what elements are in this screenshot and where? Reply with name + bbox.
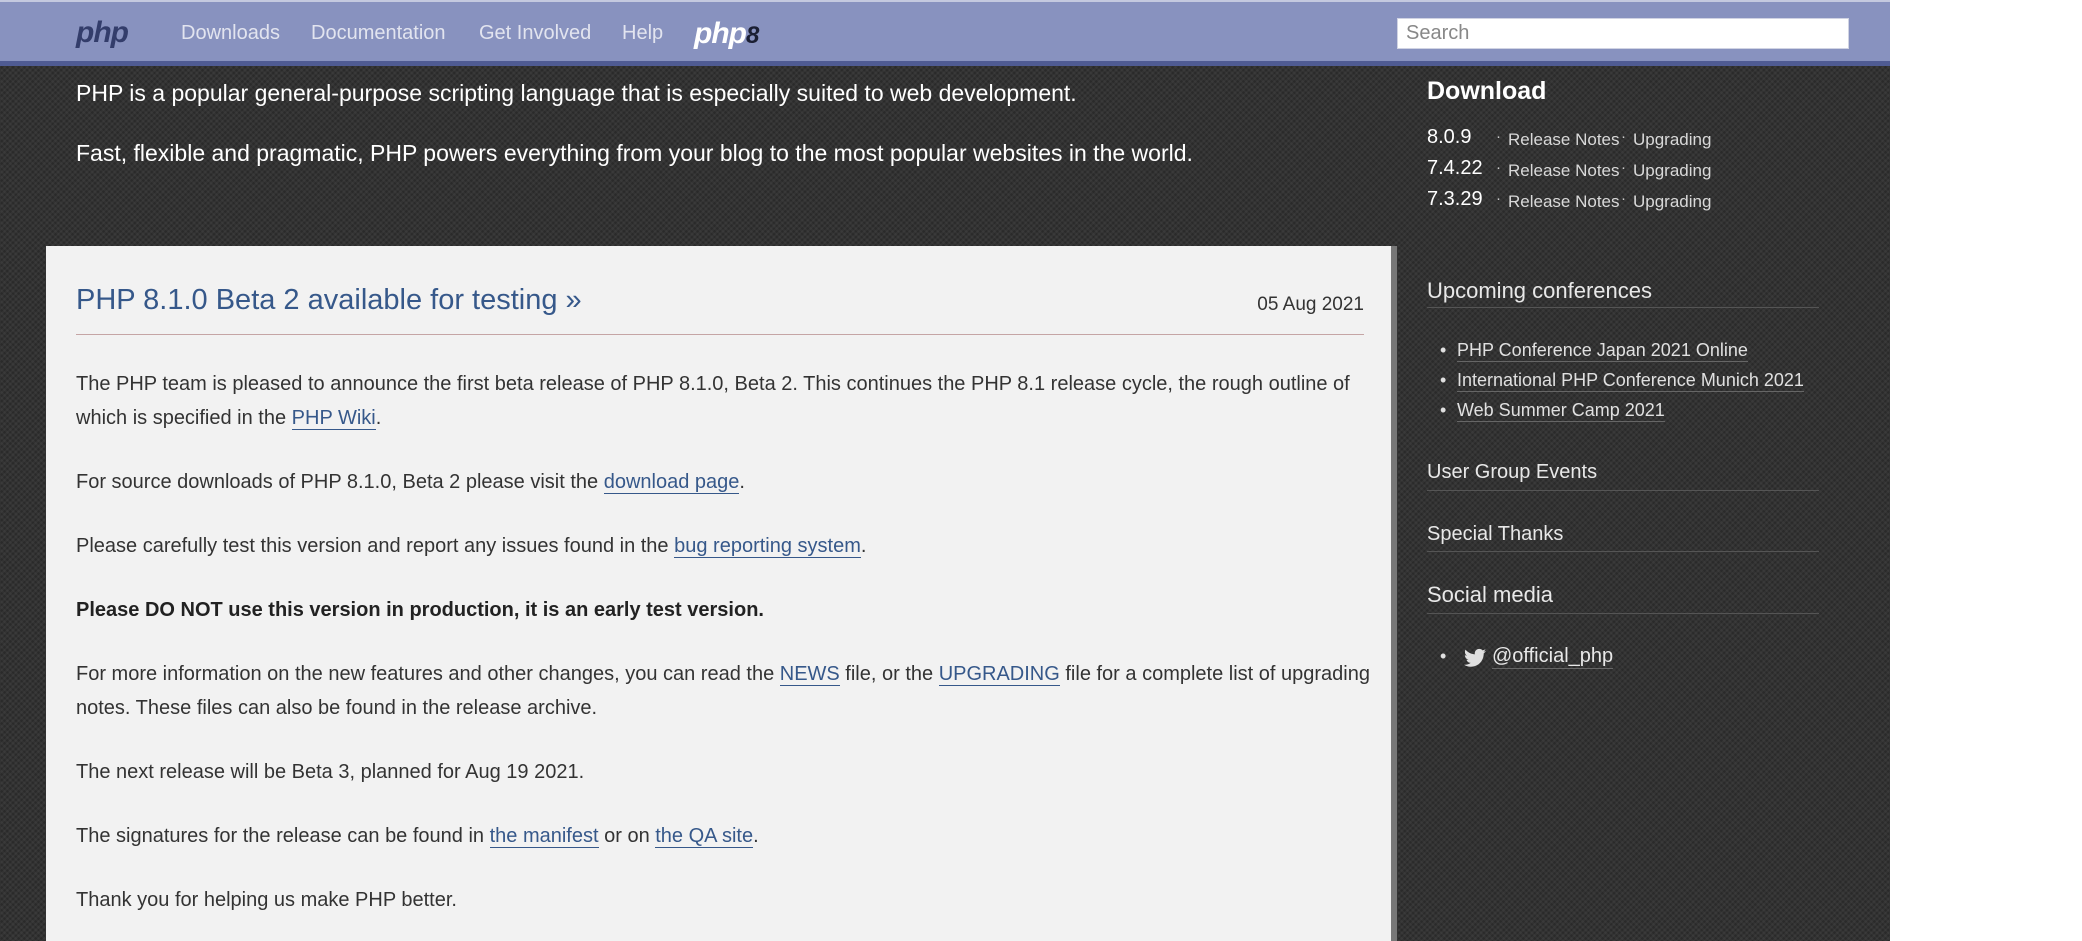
intro-line-1: PHP is a popular general-purpose scripti… (76, 80, 1077, 106)
article-paragraph-1: The PHP team is pleased to announce the … (76, 367, 1376, 435)
upgrading-link[interactable]: Upgrading (1633, 192, 1711, 212)
php-logo[interactable]: php (76, 16, 129, 50)
p7-mid: or on (598, 825, 656, 847)
p3-text: Please carefully test this version and r… (76, 535, 675, 557)
php-wiki-link[interactable]: PHP Wiki (291, 407, 376, 430)
twitter-icon[interactable] (1464, 648, 1486, 668)
article-header: PHP 8.1.0 Beta 2 available for testing »… (76, 284, 1364, 335)
nav-downloads[interactable]: Downloads (181, 22, 280, 45)
p7-text: The signatures for the release can be fo… (76, 825, 490, 847)
separator-dot: · (1496, 190, 1501, 207)
article-paragraph-4: Please DO NOT use this version in produc… (76, 593, 1376, 627)
article-date: 05 Aug 2021 (1257, 294, 1364, 315)
php8-logo[interactable]: php8 (694, 17, 759, 51)
list-bullet: • (1440, 400, 1447, 420)
divider (1427, 613, 1819, 614)
article-paragraph-3: Please carefully test this version and r… (76, 529, 1376, 563)
list-bullet: • (1440, 370, 1447, 390)
bug-reporting-link[interactable]: bug reporting system (674, 535, 861, 558)
list-bullet: • (1440, 340, 1447, 360)
page-viewport: php Downloads Documentation Get Involved… (0, 0, 1890, 941)
qa-site-link[interactable]: the QA site (655, 825, 754, 848)
download-page-link[interactable]: download page (603, 471, 740, 494)
article-paragraph-8: Thank you for helping us make PHP better… (76, 889, 457, 911)
article-paragraph-2: For source downloads of PHP 8.1.0, Beta … (76, 465, 1376, 499)
separator-dot: · (1621, 159, 1626, 176)
production-warning: Please DO NOT use this version in produc… (76, 599, 764, 621)
article-paragraph-6: The next release will be Beta 3, planned… (76, 761, 585, 783)
news-article: PHP 8.1.0 Beta 2 available for testing »… (46, 246, 1397, 941)
article-title-link[interactable]: PHP 8.1.0 Beta 2 available for testing » (76, 284, 582, 317)
divider (1427, 551, 1819, 552)
divider (1427, 490, 1819, 491)
release-notes-link[interactable]: Release Notes (1508, 130, 1620, 150)
nav-documentation[interactable]: Documentation (311, 22, 446, 45)
social-media-heading: Social media (1427, 582, 1553, 607)
upgrading-link[interactable]: Upgrading (1633, 161, 1711, 181)
download-version[interactable]: 7.4.22 (1427, 157, 1483, 180)
intro-line-2: Fast, flexible and pragmatic, PHP powers… (76, 140, 1193, 166)
nav-get-involved[interactable]: Get Involved (479, 22, 591, 45)
article-paragraph-7: The signatures for the release can be fo… (76, 819, 1376, 853)
divider (1427, 307, 1819, 308)
separator-dot: · (1621, 128, 1626, 145)
manifest-link[interactable]: the manifest (489, 825, 599, 848)
separator-dot: · (1496, 159, 1501, 176)
special-thanks-link[interactable]: Special Thanks (1427, 523, 1563, 546)
release-notes-link[interactable]: Release Notes (1508, 192, 1620, 212)
download-row-7-4-22: 7.4.22 · Release Notes · Upgrading (1427, 157, 1747, 185)
p3-end: . (860, 535, 867, 557)
article-paragraph-5: For more information on the new features… (76, 657, 1376, 725)
p5-text: For more information on the new features… (76, 663, 780, 685)
twitter-handle-link[interactable]: @official_php (1492, 645, 1614, 669)
top-navbar: php Downloads Documentation Get Involved… (0, 0, 1890, 66)
separator-dot: · (1621, 190, 1626, 207)
p7-end: . (753, 825, 759, 847)
separator-dot: · (1496, 128, 1501, 145)
download-row-7-3-29: 7.3.29 · Release Notes · Upgrading (1427, 188, 1747, 216)
p1-text: The PHP team is pleased to announce the … (76, 373, 1350, 429)
p2-end: . (739, 471, 745, 493)
conference-link[interactable]: PHP Conference Japan 2021 Online (1457, 340, 1748, 362)
upcoming-conferences-heading[interactable]: Upcoming conferences (1427, 278, 1652, 304)
news-file-link[interactable]: NEWS (779, 663, 840, 686)
search-input[interactable] (1397, 18, 1849, 49)
list-bullet: • (1440, 646, 1447, 666)
conference-link[interactable]: Web Summer Camp 2021 (1457, 400, 1665, 422)
php8-logo-text: php (694, 17, 747, 50)
conference-link[interactable]: International PHP Conference Munich 2021 (1457, 370, 1804, 392)
php8-logo-mark: 8 (745, 22, 759, 49)
download-version[interactable]: 8.0.9 (1427, 126, 1471, 149)
p1-end: . (375, 407, 382, 429)
download-version[interactable]: 7.3.29 (1427, 188, 1483, 211)
upgrading-file-link[interactable]: UPGRADING (938, 663, 1060, 686)
upgrading-link[interactable]: Upgrading (1633, 130, 1711, 150)
user-group-events-link[interactable]: User Group Events (1427, 461, 1597, 484)
p2-text: For source downloads of PHP 8.1.0, Beta … (76, 471, 604, 493)
download-heading: Download (1427, 77, 1547, 105)
p5-mid: file, or the (839, 663, 939, 685)
download-row-8-0-9: 8.0.9 · Release Notes · Upgrading (1427, 126, 1747, 154)
nav-help[interactable]: Help (622, 22, 663, 45)
release-notes-link[interactable]: Release Notes (1508, 161, 1620, 181)
